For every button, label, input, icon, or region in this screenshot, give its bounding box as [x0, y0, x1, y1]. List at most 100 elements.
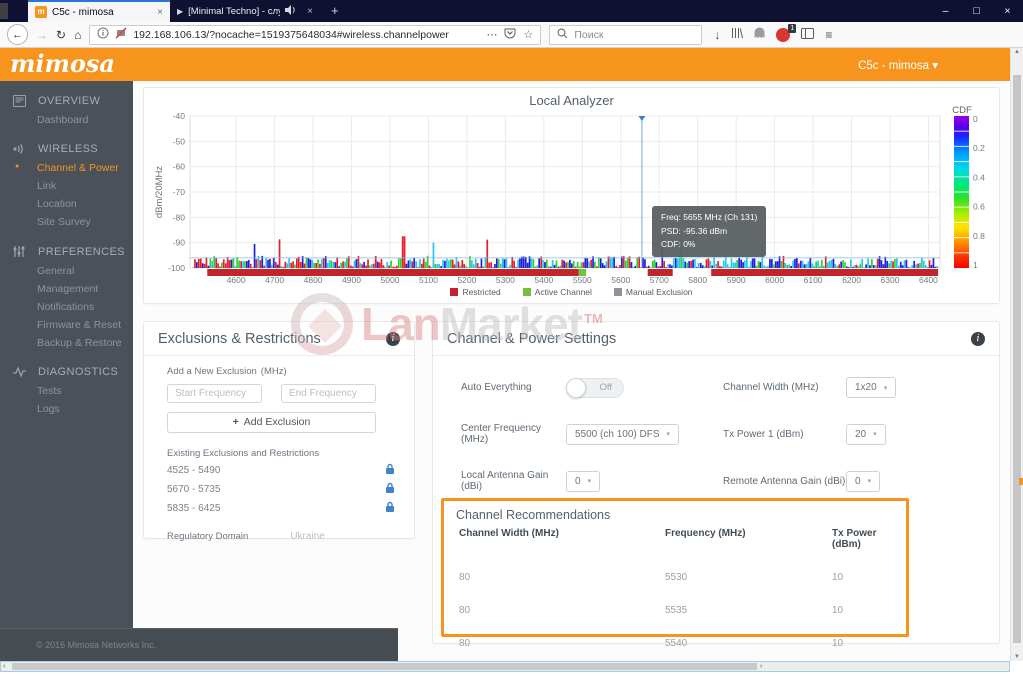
mimosa-favicon-icon: m — [35, 6, 47, 18]
center-frequency-mhz-label: Center Frequency (MHz) — [461, 423, 542, 445]
forward-button[interactable]: → — [36, 29, 48, 41]
chevron-down-icon: ▾ — [873, 431, 877, 438]
library-icon[interactable] — [731, 27, 744, 42]
tab-title: C5c - mimosa — [52, 6, 114, 18]
page-content: mimosa C5c - mimosa ▾ OVERVIEW Dashboard W… — [0, 48, 1010, 661]
tab-c5c-mimosa[interactable]: m C5c - mimosa × — [28, 0, 170, 22]
channel-power-settings-panel: Channel & Power Settings i Auto Everythi… — [432, 321, 1000, 649]
chart-legend: Restricted Active Channel Manual Exclusion — [144, 287, 999, 297]
legend-item: Manual Exclusion — [613, 287, 693, 297]
sidebar-item-label: Location — [37, 198, 77, 210]
svg-text:CDF: CDF — [952, 106, 972, 116]
auto-everything-toggle[interactable]: Off — [566, 377, 624, 398]
menu-icon[interactable]: ≡ — [825, 28, 832, 42]
site-info-icon[interactable] — [97, 26, 109, 44]
tab-minimal-techno[interactable]: ▶ [Minimal Techno] - слушат × — [170, 0, 320, 22]
sidebar-item-firmware-reset[interactable]: Firmware & Reset — [0, 316, 133, 334]
sidebar-item-link[interactable]: Link — [0, 177, 133, 195]
exclusion-item: 4525 - 5490 — [167, 463, 395, 478]
search-icon — [557, 26, 568, 44]
browser-navbar: ← → ↻ ⌂ 192.168.106.13/?nocache=15193756… — [0, 22, 1023, 48]
ghostery-icon[interactable] — [754, 27, 765, 42]
home-button[interactable]: ⌂ — [74, 29, 81, 41]
spectrum-chart[interactable]: -40 -50 -60 -70 -80 -90 -100 4600 4700 4800 4900 50… — [148, 105, 993, 292]
tab-close-icon[interactable]: × — [151, 7, 163, 18]
device-menu[interactable]: C5c - mimosa ▾ — [858, 58, 938, 72]
regulatory-domain-label: Regulatory Domain — [167, 531, 249, 542]
select-value: 5500 (ch 100) DFS — [575, 428, 660, 440]
url-bar[interactable]: 192.168.106.13/?nocache=1519375648034#wi… — [89, 24, 542, 45]
page-actions-icon[interactable]: ⋯ — [486, 28, 497, 41]
bookmark-star-icon[interactable]: ☆ — [523, 28, 533, 41]
speaker-icon[interactable] — [285, 4, 296, 18]
sidebar-item-label: Notifications — [37, 301, 95, 313]
sidebar-toggle-icon[interactable] — [801, 27, 815, 42]
svg-text:5800: 5800 — [688, 275, 707, 285]
close-button[interactable]: × — [992, 0, 1023, 22]
vertical-scrollbar[interactable]: ▲ ▼ — [1010, 48, 1023, 661]
preferences-icon — [13, 245, 29, 258]
field-control: Off — [566, 377, 723, 398]
remote-antenna-gain-dbi-select[interactable]: 0 ▾ — [846, 470, 881, 492]
url-text[interactable]: 192.168.106.13/?nocache=1519375648034#wi… — [133, 29, 480, 41]
local-antenna-gain-dbi-select[interactable]: 0 ▾ — [566, 470, 601, 492]
svg-text:6200: 6200 — [842, 275, 861, 285]
sidebar-item-logs[interactable]: Logs — [0, 400, 133, 418]
svg-text:-50: -50 — [173, 136, 186, 146]
adblock-icon[interactable]: 1 — [776, 23, 797, 42]
reload-button[interactable]: ↻ — [56, 29, 66, 41]
maximize-button[interactable]: □ — [961, 0, 992, 22]
minimize-button[interactable]: – — [930, 0, 961, 22]
channel-width-mhz-select[interactable]: 1x20 ▾ — [846, 377, 897, 398]
sidebar-item-general[interactable]: General — [0, 262, 133, 280]
downloads-icon[interactable]: ↓ — [714, 28, 720, 42]
active-bullet-icon: ● — [15, 163, 20, 170]
table-cell: 10 — [832, 572, 844, 583]
scroll-left-icon[interactable]: ‹ — [3, 662, 5, 671]
center-frequency-mhz-select[interactable]: 5500 (ch 100) DFS ▾ — [566, 423, 680, 445]
info-icon[interactable]: i — [386, 332, 400, 346]
table-row: 80 5530 10 — [444, 572, 906, 583]
wireless-icon — [13, 143, 29, 155]
select-value: 0 — [855, 475, 861, 487]
legend-swatch — [450, 288, 459, 296]
sidebar-item-channel-power[interactable]: ● Channel & Power — [0, 159, 133, 177]
scroll-right-icon[interactable]: › — [760, 662, 762, 671]
sidebar-item-site-survey[interactable]: Site Survey — [0, 213, 133, 231]
sidebar-section: DIAGNOSTICS Tests Logs — [0, 361, 133, 418]
sidebar-item-tests[interactable]: Tests — [0, 382, 133, 400]
horizontal-scroll-thumb[interactable] — [12, 663, 757, 670]
plugin-blocked-icon[interactable] — [115, 26, 127, 44]
scroll-down-icon[interactable]: ▼ — [1011, 654, 1023, 660]
legend-label: Restricted — [462, 287, 501, 297]
existing-exclusions-label: Existing Exclusions and Restrictions — [167, 448, 320, 459]
tab-close-icon[interactable]: × — [301, 6, 313, 17]
info-icon[interactable]: i — [971, 332, 985, 346]
tooltip-line: Freq: 5655 MHz (Ch 131) — [661, 212, 758, 222]
start-frequency-input[interactable]: Start Frequency — [167, 384, 262, 403]
tx-power-1-dbm-select[interactable]: 20 ▾ — [846, 423, 886, 445]
scroll-up-icon[interactable]: ▲ — [1011, 49, 1023, 55]
new-tab-button[interactable]: + — [320, 0, 350, 22]
sidebar-item-management[interactable]: Management — [0, 280, 133, 298]
sidebar-item-notifications[interactable]: Notifications — [0, 298, 133, 316]
sidebar: OVERVIEW Dashboard WIRELESS ● Channel & Powe… — [0, 81, 133, 661]
sidebar-item-dashboard[interactable]: Dashboard — [0, 111, 133, 129]
svg-text:0: 0 — [973, 114, 978, 124]
sidebar-item-label: Site Survey — [37, 216, 91, 228]
table-cell: 5535 — [665, 605, 688, 616]
end-frequency-input[interactable]: End Frequency — [281, 384, 376, 403]
pocket-icon[interactable] — [504, 27, 516, 42]
sidebar-item-location[interactable]: Location — [0, 195, 133, 213]
back-button[interactable]: ← — [7, 24, 28, 45]
sidebar-section-label: PREFERENCES — [38, 245, 125, 258]
search-bar[interactable]: Поиск — [549, 24, 703, 45]
select-value: 20 — [855, 428, 867, 440]
horizontal-scrollbar[interactable]: ‹ › — [0, 661, 1010, 672]
sidebar-item-backup-restore[interactable]: Backup & Restore — [0, 334, 133, 352]
legend-label: Manual Exclusion — [625, 287, 693, 297]
settings-row: Center Frequency (MHz) 5500 (ch 100) DFS ▾… — [461, 423, 999, 445]
main-area: Local Analyzer -40 -50 -60 -70 -80 -90 -100 460… — [133, 81, 1010, 661]
vertical-scroll-thumb[interactable] — [1013, 75, 1021, 643]
add-exclusion-button[interactable]: + Add Exclusion — [167, 412, 376, 433]
